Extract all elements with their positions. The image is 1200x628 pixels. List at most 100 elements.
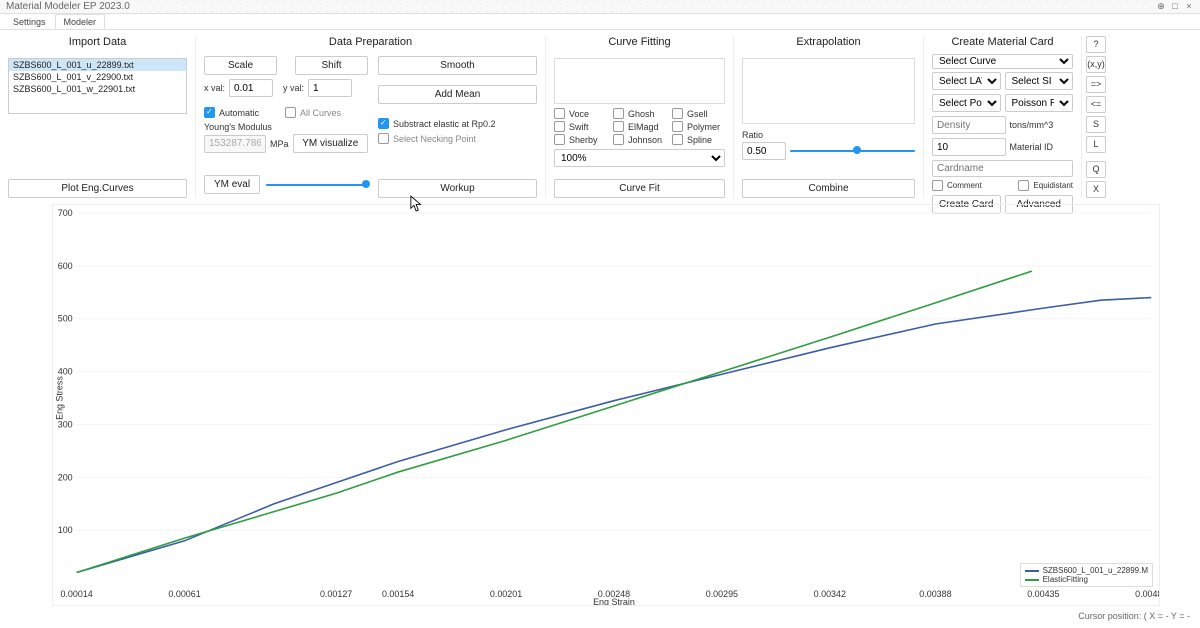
select-points[interactable]: Select Points [932,94,1001,112]
select-si[interactable]: Select SI [1005,72,1074,90]
svg-text:0.00014: 0.00014 [60,589,92,599]
cb-sherby[interactable] [554,134,565,145]
file-item[interactable]: SZBS600_L_001_v_22900.txt [9,71,186,83]
side-xy[interactable]: (x,y) [1086,56,1106,73]
density-unit: tons/mm^3 [1010,120,1074,130]
addmean-button[interactable]: Add Mean [378,85,537,104]
pin-icon[interactable]: ⊕ [1156,1,1166,12]
val10-input[interactable] [932,138,1006,156]
side-help[interactable]: ? [1086,36,1106,53]
svg-text:500: 500 [58,314,73,324]
combine-button[interactable]: Combine [742,179,915,198]
tabs-bar: Settings Modeler [0,14,1200,30]
fitting-pct-select[interactable]: 100% [554,149,725,167]
chart-svg: 100 200 300 400 500 600 700 0.00014 0.00061 0.001… [53,205,1159,605]
panel-title-card: Create Material Card [932,36,1073,48]
yval-label: y val: [283,83,304,93]
cb-voce[interactable] [554,108,565,119]
maximize-icon[interactable]: □ [1170,1,1180,12]
svg-text:300: 300 [58,419,73,429]
cb-gsell[interactable] [672,108,683,119]
cardname-input[interactable] [932,160,1073,177]
file-list[interactable]: SZBS600_L_001_u_22899.txt SZBS600_L_001_… [8,58,187,114]
ym-value [204,135,266,153]
poisson-select[interactable]: Poisson Ratio [1005,94,1074,112]
svg-text:700: 700 [58,208,73,218]
density-input[interactable] [932,116,1006,134]
side-back[interactable]: <= [1086,96,1106,113]
status-bar: Cursor position: ( X = - Y = - [0,610,1200,624]
matid-label: Material ID [1010,142,1074,152]
xval-input[interactable] [229,79,273,97]
shift-button[interactable]: Shift [295,56,368,75]
select-curve[interactable]: Select Curve [932,54,1073,69]
equidistant-checkbox[interactable] [1018,180,1029,191]
svg-text:0.00388: 0.00388 [919,589,951,599]
side-fwd[interactable]: => [1086,76,1106,93]
panel-title-dataprep: Data Preparation [204,36,537,50]
close-icon[interactable]: × [1184,1,1194,12]
ym-unit: MPa [270,139,289,149]
smooth-button[interactable]: Smooth [378,56,537,75]
ym-eval-button[interactable]: YM eval [204,175,260,194]
svg-text:0.00342: 0.00342 [814,589,846,599]
ratio-input[interactable] [742,142,786,160]
side-s[interactable]: S [1086,116,1106,133]
allcurves-label: All Curves [300,108,341,118]
svg-text:400: 400 [58,367,73,377]
panels-row: Import Data SZBS600_L_001_u_22899.txt SZ… [0,30,1200,202]
panel-title-extrap: Extrapolation [742,36,915,52]
xval-label: x val: [204,83,225,93]
comment-label: Comment [947,181,982,190]
scale-button[interactable]: Scale [204,56,277,75]
tab-settings[interactable]: Settings [4,14,55,29]
titlebar: Material Modeler EP 2023.0 · · · · · · ·… [0,0,1200,14]
cb-elmagd[interactable] [613,121,624,132]
titlebar-dots: · · · · · · · · · · · · · · · · · · · · … [140,0,1156,16]
svg-text:600: 600 [58,261,73,271]
side-q[interactable]: Q [1086,161,1106,178]
legend-series2: ElasticFitting [1043,575,1088,584]
side-x[interactable]: X [1086,181,1106,198]
automatic-checkbox[interactable] [204,107,215,118]
cb-swift[interactable] [554,121,565,132]
allcurves-checkbox[interactable] [285,107,296,118]
ym-slider[interactable] [266,178,368,192]
svg-text:0.00435: 0.00435 [1027,589,1059,599]
workup-button[interactable]: Workup [378,179,537,198]
cb-johnson[interactable] [613,134,624,145]
svg-text:Eng Strain: Eng Strain [593,597,635,605]
side-l[interactable]: L [1086,136,1106,153]
necking-checkbox[interactable] [378,133,389,144]
substract-label: Substract elastic at Rp0.2 [393,119,496,129]
cb-ghosh[interactable] [613,108,624,119]
cursor-position-text: Cursor position: ( X = - Y = - [1078,611,1190,621]
necking-label: Select Necking Point [393,134,476,144]
substract-checkbox[interactable] [378,118,389,129]
cb-polymer[interactable] [672,121,683,132]
fitting-preview [554,58,725,104]
cb-spline[interactable] [672,134,683,145]
yval-input[interactable] [308,79,352,97]
chart-legend: SZBS600_L_001_u_22899.M ElasticFitting [1020,563,1153,587]
file-item[interactable]: SZBS600_L_001_w_22901.txt [9,83,186,95]
svg-text:0.00295: 0.00295 [706,589,738,599]
ratio-slider[interactable] [790,144,915,158]
svg-text:100: 100 [58,525,73,535]
curve-fit-button[interactable]: Curve Fit [554,179,725,198]
comment-checkbox[interactable] [932,180,943,191]
tab-modeler[interactable]: Modeler [55,14,106,29]
plot-eng-curves-button[interactable]: Plot Eng.Curves [8,179,187,198]
file-item[interactable]: SZBS600_L_001_u_22899.txt [9,59,186,71]
select-law[interactable]: Select LAW [932,72,1001,90]
extrap-preview [742,58,915,124]
svg-text:0.00127: 0.00127 [320,589,352,599]
chart-area[interactable]: 100 200 300 400 500 600 700 0.00014 0.00061 0.001… [52,204,1160,606]
svg-text:200: 200 [58,472,73,482]
svg-text:0.00061: 0.00061 [168,589,200,599]
svg-text:Eng Stress: Eng Stress [55,376,65,420]
panel-title-fitting: Curve Fitting [554,36,725,52]
panel-title-import: Import Data [8,36,187,52]
ym-visualize-button[interactable]: YM visualize [293,134,368,153]
legend-series1: SZBS600_L_001_u_22899.M [1043,566,1148,575]
